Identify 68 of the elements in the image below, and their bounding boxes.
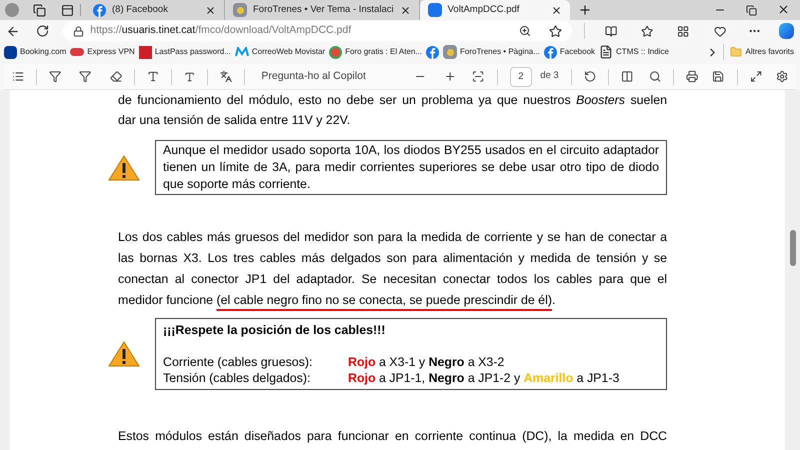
tab-title: VoltAmpDCC.pdf	[448, 2, 520, 17]
star-icon[interactable]	[548, 24, 562, 38]
bookmark-item[interactable]: CorreoWeb Movistar	[232, 46, 328, 58]
translate-icon[interactable]	[220, 70, 232, 83]
copilot-button[interactable]: Pregunta-ho al Copilot	[257, 68, 370, 84]
close-icon[interactable]	[550, 4, 562, 16]
new-tab-icon[interactable]	[578, 3, 592, 17]
tab-actions-icon[interactable]	[61, 4, 74, 17]
cable-connection: Rojo a JP1-1, Negro a JP1-2 y Amarillo a JP1-3	[348, 370, 620, 386]
facebook-icon	[426, 46, 440, 58]
heart-icon[interactable]	[714, 24, 726, 38]
page-icon	[599, 45, 614, 59]
body-text: Estos módulos están diseñados para funcionar en corriente continua (DC), la medida en DCC	[118, 428, 667, 445]
bookmark-item[interactable]: LastPass password...	[136, 46, 233, 58]
other-favorites[interactable]: Altres favorits	[730, 46, 794, 58]
cable-label: Tensión (cables delgados):	[163, 370, 312, 386]
browser-tab[interactable]: ForoTrenes • Ver Tema - Instalaci	[225, 0, 420, 20]
reload-icon[interactable]	[36, 24, 50, 38]
page-view-icon[interactable]	[620, 70, 634, 83]
warning-note: Aunque el medidor usado soporta 10A, los diodos BY255 usados en el circuito adaptador tienen un límite de 3A, para medir corrientes superiores se debe usar otro tipo de diodo que soporte más corriente.	[155, 140, 667, 195]
rotate-icon[interactable]	[584, 70, 596, 83]
zoom-in-icon[interactable]	[444, 70, 456, 83]
print-icon[interactable]	[686, 70, 698, 83]
settings-icon[interactable]	[776, 70, 788, 83]
warning-title: ¡¡¡Respete la posición de los cables!!!	[163, 322, 386, 338]
folder-icon	[730, 46, 742, 58]
body-text: dar una tensión de salida entre 11V y 22V.	[118, 112, 352, 129]
url-text: https://usuaris.tinet.cat/fmco/download/VoltAmpDCC.pdf	[90, 23, 352, 38]
favorites-icon[interactable]	[641, 24, 654, 38]
zoom-icon[interactable]	[518, 25, 531, 37]
close-icon[interactable]	[777, 3, 790, 16]
bookmark-item[interactable]: Express VPN	[68, 46, 137, 58]
browser-tab[interactable]: VoltAmpDCC.pdf	[420, 0, 570, 20]
close-icon[interactable]	[400, 4, 411, 16]
body-paragraph: Los dos cables más gruesos del medidor son para la medida de corriente y se han de conectar a las bornas X3. Los tres cables más delgados son para alimentación y medida de tensión y se conectan al conector JP1 del adaptador. Se necesitan conectar todos los cables para que el medidor funcione (el cable negro fino no se conecta, se puede prescindir de él).	[118, 229, 667, 309]
text-icon[interactable]	[146, 70, 160, 83]
bookmark-item[interactable]: Booking.com	[2, 46, 68, 58]
bookmark-item[interactable]: Foro gratis : El Aten...	[327, 46, 424, 58]
bookmark-item[interactable]	[424, 46, 442, 58]
eraser-icon[interactable]	[110, 70, 122, 83]
collections-icon[interactable]	[677, 24, 690, 38]
cable-label: Corriente (cables gruesos):	[163, 354, 314, 370]
tab-title: (8) Facebook	[112, 2, 169, 17]
warning-icon	[108, 341, 140, 367]
page-total: de 3	[540, 69, 559, 84]
page-number-field[interactable]: 2	[510, 66, 532, 86]
workspaces-icon[interactable]	[33, 4, 46, 17]
m-logo-icon	[234, 47, 249, 57]
bookmark-item[interactable]: Facebook	[542, 46, 598, 58]
body-text: de funcionamiento del módulo, esto no debe ser un problema ya que nuestros Boosters suelen	[118, 92, 667, 109]
facebook-icon	[544, 46, 557, 58]
tab-title: ForoTrenes • Ver Tema - Instalaci	[253, 2, 394, 17]
cable-connection: Rojo a X3-1 y Negro a X3-2	[348, 354, 504, 370]
scrollbar[interactable]	[790, 230, 796, 266]
reader-icon[interactable]	[604, 24, 618, 38]
fullscreen-icon[interactable]	[750, 70, 762, 83]
save-icon[interactable]	[712, 70, 725, 83]
close-icon[interactable]	[205, 4, 216, 16]
address-bar[interactable]: https://usuaris.tinet.cat/fmco/download/VoltAmpDCC.pdf	[63, 21, 572, 41]
lock-icon	[73, 26, 84, 36]
warning-icon	[108, 154, 140, 180]
browser-tab[interactable]: (8) Facebook	[85, 0, 225, 20]
facebook-icon	[93, 4, 106, 16]
restore-icon[interactable]	[746, 5, 757, 16]
bookmark-item[interactable]: CTMS :: Indice	[597, 45, 671, 59]
fit-page-icon[interactable]	[472, 70, 485, 83]
bookmark-item[interactable]: ForoTrenes • Pàgina...	[441, 45, 542, 59]
search-icon[interactable]	[649, 70, 662, 83]
